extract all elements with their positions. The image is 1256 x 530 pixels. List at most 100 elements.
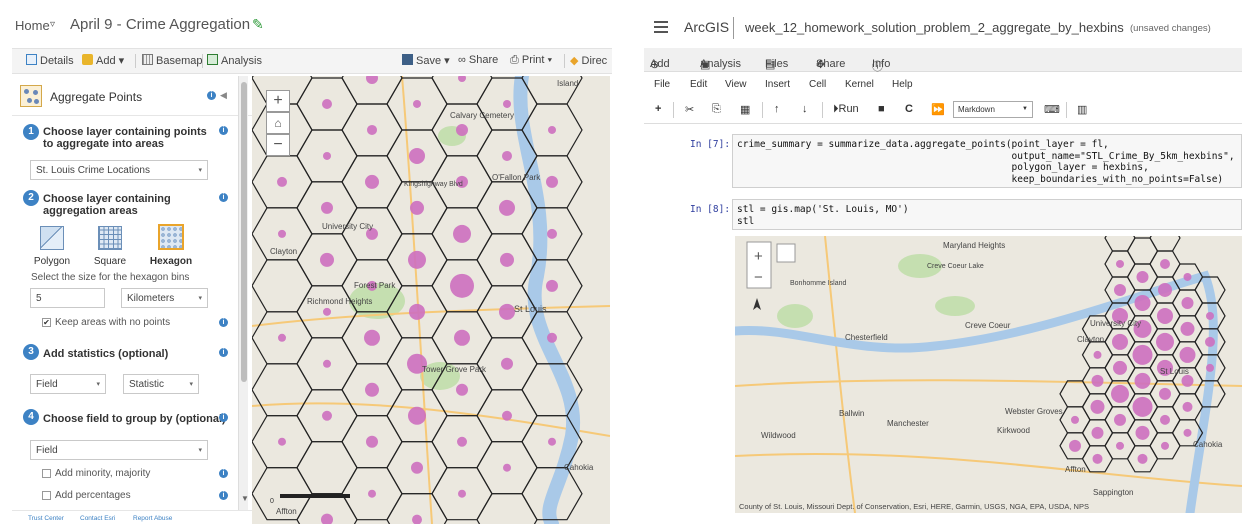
menu-file[interactable]: File bbox=[654, 79, 670, 90]
crime-count-symbol bbox=[322, 410, 332, 421]
place-label: Creve Coeur Lake bbox=[927, 263, 984, 270]
directions-button[interactable]: ◆ Direc bbox=[570, 54, 607, 67]
percentages-checkbox[interactable] bbox=[42, 491, 51, 500]
menu-view[interactable]: View bbox=[725, 79, 747, 90]
bin-unit-select[interactable]: Kilometers ▾ bbox=[121, 288, 208, 308]
trust-center-link[interactable]: Trust Center bbox=[28, 515, 64, 522]
save-button[interactable]: Save ▾ bbox=[402, 54, 450, 67]
home-extent-button[interactable]: ⌂ bbox=[266, 112, 290, 134]
panel-scrollbar[interactable]: ▼ bbox=[238, 76, 249, 510]
home-caret-icon[interactable]: ▿ bbox=[50, 19, 55, 30]
stop-icon[interactable]: ■ bbox=[878, 103, 885, 115]
square-option[interactable]: Square bbox=[90, 226, 130, 267]
menu-help[interactable]: Help bbox=[892, 79, 913, 90]
hexbin-map[interactable]: Island Calvary Cemetery O'Fallon Park Unive… bbox=[252, 76, 610, 524]
move-down-icon[interactable]: ↓ bbox=[802, 103, 808, 115]
info-icon[interactable]: i bbox=[219, 126, 228, 135]
menu-cell[interactable]: Cell bbox=[809, 79, 826, 90]
insert-cell-icon[interactable]: + bbox=[655, 103, 661, 115]
crime-count-symbol bbox=[454, 329, 470, 346]
point-layer-select[interactable]: St. Louis Crime Locations ▾ bbox=[30, 160, 208, 180]
chart-icon[interactable]: ▥ bbox=[1077, 103, 1087, 116]
analysis-button[interactable]: Analysis bbox=[207, 54, 262, 67]
stat-field-select[interactable]: Field ▾ bbox=[30, 374, 106, 394]
edit-pencil-icon[interactable]: ✎ bbox=[252, 16, 264, 33]
place-label: Clayton bbox=[270, 247, 297, 256]
group-by-field-select[interactable]: Field ▾ bbox=[30, 440, 208, 460]
crime-count-symbol bbox=[409, 303, 425, 320]
info-icon[interactable]: i bbox=[219, 469, 228, 478]
hexagon-option[interactable]: Hexagon bbox=[148, 224, 194, 267]
map-attribution: County of St. Louis, Missouri Dept. of C… bbox=[739, 502, 1089, 511]
zoom-out-button[interactable]: − bbox=[266, 134, 290, 156]
zoom-in-button[interactable]: + bbox=[266, 90, 290, 112]
cell-8-prompt: In [8]: bbox=[690, 204, 731, 215]
code-cell-7[interactable]: crime_summary = summarize_data.aggregate… bbox=[732, 134, 1242, 188]
crime-count-symbol bbox=[1111, 384, 1129, 403]
code-line: keep_boundaries_with_no_points=False) bbox=[737, 173, 1224, 185]
statistic-select[interactable]: Statistic ▾ bbox=[123, 374, 199, 394]
scrollbar-thumb[interactable] bbox=[241, 82, 247, 382]
info-icon[interactable]: i bbox=[219, 193, 228, 202]
brand-divider bbox=[733, 17, 734, 39]
minority-majority-checkbox[interactable] bbox=[42, 469, 51, 478]
output-map-widget[interactable]: Maryland Heights Creve Coeur Lake Bonhomme… bbox=[735, 236, 1242, 513]
share-button[interactable]: ∞ Share bbox=[458, 54, 498, 66]
cell-type-select[interactable]: Markdown ▼ bbox=[953, 101, 1033, 118]
print-button[interactable]: ⎙ Print ▾ bbox=[510, 54, 552, 67]
share-icon: ∞ bbox=[458, 54, 469, 66]
run-button[interactable]: ⏵Run bbox=[833, 103, 859, 116]
place-label: St Louis bbox=[1160, 367, 1189, 376]
bin-size-input[interactable]: 5 bbox=[30, 288, 105, 308]
contact-esri-link[interactable]: Contact Esri bbox=[80, 515, 115, 522]
info-icon[interactable]: i bbox=[219, 318, 228, 327]
menu-kernel[interactable]: Kernel bbox=[845, 79, 874, 90]
add-button[interactable]: Add ▾ bbox=[82, 54, 124, 67]
panel-title: Aggregate Points bbox=[50, 90, 143, 104]
home-menu[interactable]: Home bbox=[15, 18, 50, 33]
report-abuse-link[interactable]: Report Abuse bbox=[133, 515, 172, 522]
notebook-title[interactable]: week_12_homework_solution_problem_2_aggr… bbox=[745, 20, 1124, 35]
chevron-down-icon: ▾ bbox=[189, 381, 193, 388]
crime-count-symbol bbox=[408, 250, 426, 269]
restart-icon[interactable]: C bbox=[905, 103, 913, 115]
crime-count-symbol bbox=[547, 332, 557, 343]
place-label: Forest Park bbox=[354, 281, 396, 290]
place-label: Ballwin bbox=[839, 409, 864, 418]
map-canvas[interactable]: Island Calvary Cemetery O'Fallon Park Unive… bbox=[252, 76, 610, 524]
details-button[interactable]: Details bbox=[26, 54, 74, 67]
code-line: stl bbox=[737, 215, 755, 227]
park-area bbox=[935, 296, 975, 316]
toolbar-divider bbox=[564, 54, 565, 68]
menu-edit[interactable]: Edit bbox=[690, 79, 707, 90]
step-2-label: Choose layer containing aggregation area… bbox=[43, 193, 171, 217]
code-cell-8[interactable]: stl = gis.map('St. Louis, MO') stl bbox=[732, 199, 1242, 230]
move-up-icon[interactable]: ↑ bbox=[774, 103, 780, 115]
fast-forward-icon[interactable]: ⏩ bbox=[931, 103, 945, 116]
crime-count-symbol bbox=[548, 125, 556, 134]
panel-header: Aggregate Points i ◀ bbox=[12, 76, 252, 116]
crime-count-symbol bbox=[1183, 428, 1192, 437]
menu-insert[interactable]: Insert bbox=[765, 79, 790, 90]
hamburger-menu-icon[interactable] bbox=[654, 21, 668, 33]
aggregate-points-icon bbox=[20, 85, 42, 107]
keep-empty-checkbox[interactable]: ✔ bbox=[42, 318, 51, 327]
collapse-arrow-icon[interactable]: ◀ bbox=[220, 90, 227, 101]
crime-count-symbol bbox=[365, 382, 379, 397]
notebook-menubar: File Edit View Insert Cell Kernel Help bbox=[644, 74, 1242, 96]
info-icon[interactable]: i bbox=[219, 413, 228, 422]
crime-count-symbol bbox=[502, 410, 512, 421]
place-label: Manchester bbox=[887, 419, 929, 428]
cut-icon[interactable]: ✂ bbox=[685, 103, 694, 116]
info-icon[interactable]: i bbox=[207, 91, 216, 100]
polygon-option[interactable]: Polygon bbox=[32, 226, 72, 267]
info-icon[interactable]: i bbox=[219, 491, 228, 500]
keyboard-icon[interactable]: ⌨ bbox=[1044, 103, 1060, 116]
info-icon[interactable]: i bbox=[219, 348, 228, 357]
copy-icon[interactable]: ⎘ bbox=[712, 103, 721, 116]
crime-count-symbol bbox=[409, 147, 425, 164]
output-hexbin-map[interactable]: Maryland Heights Creve Coeur Lake Bonhomme… bbox=[735, 236, 1242, 513]
paste-icon[interactable]: ▦ bbox=[740, 103, 750, 116]
basemap-button[interactable]: Basemap bbox=[142, 54, 202, 67]
scroll-down-icon[interactable]: ▼ bbox=[241, 494, 249, 503]
